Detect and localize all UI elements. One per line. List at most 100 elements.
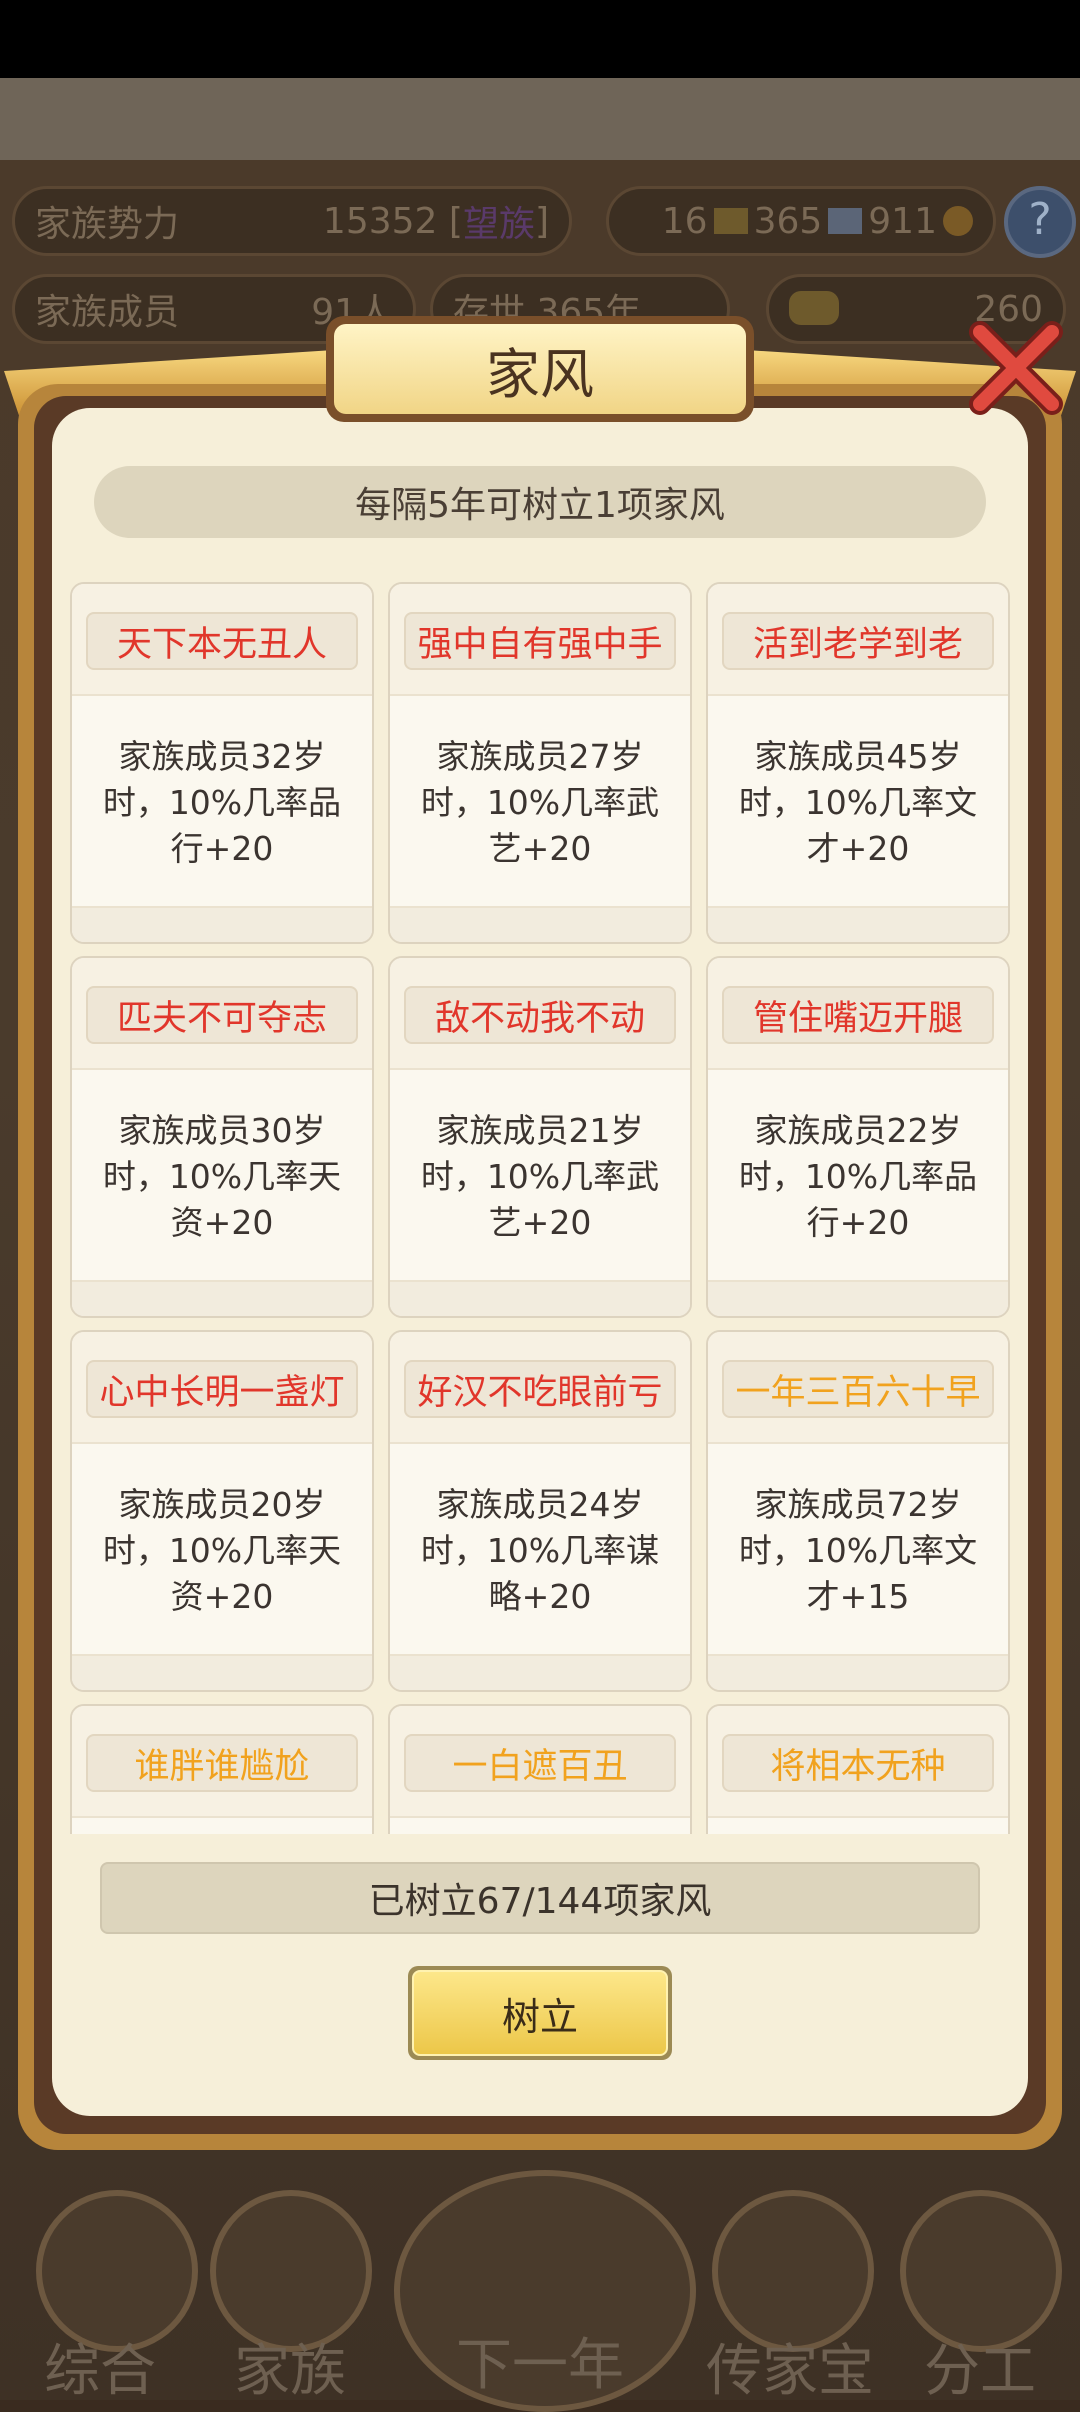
desc-line: 略+20 (488, 1577, 592, 1616)
family-style-card[interactable]: 谁胖谁尴尬 (70, 1704, 374, 1834)
info-banner: 每隔5年可树立1项家风 (94, 466, 986, 538)
desc-line: 行+20 (806, 1203, 910, 1242)
established-count-bar: 已树立67/144项家风 (100, 1862, 980, 1934)
family-style-card[interactable]: 敌不动我不动 家族成员21岁 时，10%几率武 艺+20 (388, 956, 692, 1318)
desc-line: 行+20 (170, 829, 274, 868)
family-power-rank: 望族 (462, 204, 535, 245)
card-name: 一白遮百丑 (404, 1734, 676, 1792)
card-description: 家族成员20岁 时，10%几率天 资+20 (86, 1482, 358, 1620)
desc-line: 家族成员22岁 (754, 1111, 962, 1150)
family-style-card[interactable]: 心中长明一盏灯 家族成员20岁 时，10%几率天 资+20 (70, 1330, 374, 1692)
desc-line: 家族成员27岁 (436, 737, 644, 776)
card-footer (390, 906, 690, 942)
card-name: 一年三百六十早 (722, 1360, 994, 1418)
card-name: 将相本无种 (722, 1734, 994, 1792)
close-icon[interactable] (960, 312, 1070, 422)
desc-line: 艺+20 (488, 1203, 592, 1242)
card-footer (72, 906, 372, 942)
card-name: 谁胖谁尴尬 (86, 1734, 358, 1792)
nav-item-next-year[interactable]: 下一年 (400, 2320, 680, 2401)
family-style-card[interactable]: 匹夫不可夺志 家族成员30岁 时，10%几率天 资+20 (70, 956, 374, 1318)
family-power-pill[interactable]: 家族势力 15352 [ 望族 ] (12, 186, 572, 256)
card-footer (708, 906, 1008, 942)
status-bar (0, 0, 1080, 78)
desc-line: 时，10%几率武 (420, 783, 660, 822)
family-power-value: 15352 [ (322, 200, 463, 242)
nav-item-heirloom[interactable]: 传家宝 (690, 2326, 890, 2407)
family-style-card[interactable]: 一白遮百丑 (388, 1704, 692, 1834)
desc-line: 家族成员24岁 (436, 1485, 644, 1524)
desc-line: 时，10%几率文 (738, 783, 978, 822)
nav-item-general[interactable]: 综合 (0, 2326, 200, 2407)
desc-line: 家族成员30岁 (118, 1111, 326, 1150)
nav-item-division[interactable]: 分工 (880, 2326, 1080, 2407)
gold-bar-icon (713, 208, 748, 234)
card-description: 家族成员30岁 时，10%几率天 资+20 (86, 1108, 358, 1246)
card-name: 好汉不吃眼前亏 (404, 1360, 676, 1418)
help-icon[interactable]: ? (1004, 186, 1076, 258)
card-description: 家族成员32岁 时，10%几率品 行+20 (86, 734, 358, 872)
card-description: 家族成员22岁 时，10%几率品 行+20 (722, 1108, 994, 1246)
desc-line: 家族成员72岁 (754, 1485, 962, 1524)
desc-line: 时，10%几率谋 (420, 1531, 660, 1570)
establish-button-label: 树立 (412, 1970, 668, 2056)
desc-line: 才+20 (806, 829, 910, 868)
family-members-label: 家族成员 (35, 292, 180, 333)
card-description: 家族成员21岁 时，10%几率武 艺+20 (404, 1108, 676, 1246)
desc-line: 时，10%几率天 (102, 1531, 342, 1570)
card-name: 敌不动我不动 (404, 986, 676, 1044)
family-style-grid[interactable]: 天下本无丑人 家族成员32岁 时，10%几率品 行+20 强中自有强中手 家族成… (70, 582, 1010, 1834)
family-style-card[interactable]: 管住嘴迈开腿 家族成员22岁 时，10%几率品 行+20 (706, 956, 1010, 1318)
card-footer (708, 1280, 1008, 1316)
desc-line: 时，10%几率天 (102, 1157, 342, 1196)
card-description: 家族成员24岁 时，10%几率谋 略+20 (404, 1482, 676, 1620)
desc-line: 艺+20 (488, 829, 592, 868)
family-style-card[interactable]: 将相本无种 (706, 1704, 1010, 1834)
card-footer (72, 1280, 372, 1316)
desc-line: 才+15 (806, 1577, 910, 1616)
desc-line: 资+20 (170, 1203, 274, 1242)
resource-2-value: 365 (753, 200, 823, 242)
card-name: 活到老学到老 (722, 612, 994, 670)
silver-bar-icon (828, 208, 863, 234)
bottom-nav: 综合 家族 下一年 传家宝 分工 (0, 2170, 1080, 2412)
resources-pill: 16 365 911 (606, 186, 996, 256)
modal-title-plate: 家风 (326, 316, 754, 422)
card-name: 管住嘴迈开腿 (722, 986, 994, 1044)
card-name: 天下本无丑人 (86, 612, 358, 670)
desc-line: 家族成员21岁 (436, 1111, 644, 1150)
resource-3-value: 911 (868, 200, 937, 242)
nav-item-family[interactable]: 家族 (190, 2326, 390, 2407)
desc-line: 家族成员32岁 (118, 737, 326, 776)
top-band (0, 78, 1080, 160)
desc-line: 家族成员45岁 (754, 737, 962, 776)
card-description: 家族成员45岁 时，10%几率文 才+20 (722, 734, 994, 872)
desc-line: 家族成员20岁 (118, 1485, 326, 1524)
card-description: 家族成员72岁 时，10%几率文 才+15 (722, 1482, 994, 1620)
card-footer (390, 1280, 690, 1316)
desc-line: 时，10%几率武 (420, 1157, 660, 1196)
family-style-card[interactable]: 一年三百六十早 家族成员72岁 时，10%几率文 才+15 (706, 1330, 1010, 1692)
desc-line: 时，10%几率品 (102, 783, 342, 822)
desc-line: 时，10%几率文 (738, 1531, 978, 1570)
family-power-close: ] (534, 200, 549, 242)
family-style-card[interactable]: 强中自有强中手 家族成员27岁 时，10%几率武 艺+20 (388, 582, 692, 944)
card-name: 匹夫不可夺志 (86, 986, 358, 1044)
family-power-label: 家族势力 (35, 204, 180, 245)
card-footer (72, 1654, 372, 1690)
card-footer (708, 1654, 1008, 1690)
card-name: 强中自有强中手 (404, 612, 676, 670)
family-style-card[interactable]: 活到老学到老 家族成员45岁 时，10%几率文 才+20 (706, 582, 1010, 944)
card-footer (390, 1654, 690, 1690)
family-style-card[interactable]: 天下本无丑人 家族成员32岁 时，10%几率品 行+20 (70, 582, 374, 944)
establish-button[interactable]: 树立 (408, 1966, 672, 2060)
card-description: 家族成员27岁 时，10%几率武 艺+20 (404, 734, 676, 872)
resource-1-value: 16 (661, 200, 708, 242)
modal-title: 家风 (334, 324, 746, 414)
coin-icon (943, 206, 973, 236)
desc-line: 时，10%几率品 (738, 1157, 978, 1196)
desc-line: 资+20 (170, 1577, 274, 1616)
family-style-card[interactable]: 好汉不吃眼前亏 家族成员24岁 时，10%几率谋 略+20 (388, 1330, 692, 1692)
gold-ingot-icon (789, 291, 839, 325)
card-name: 心中长明一盏灯 (86, 1360, 358, 1418)
